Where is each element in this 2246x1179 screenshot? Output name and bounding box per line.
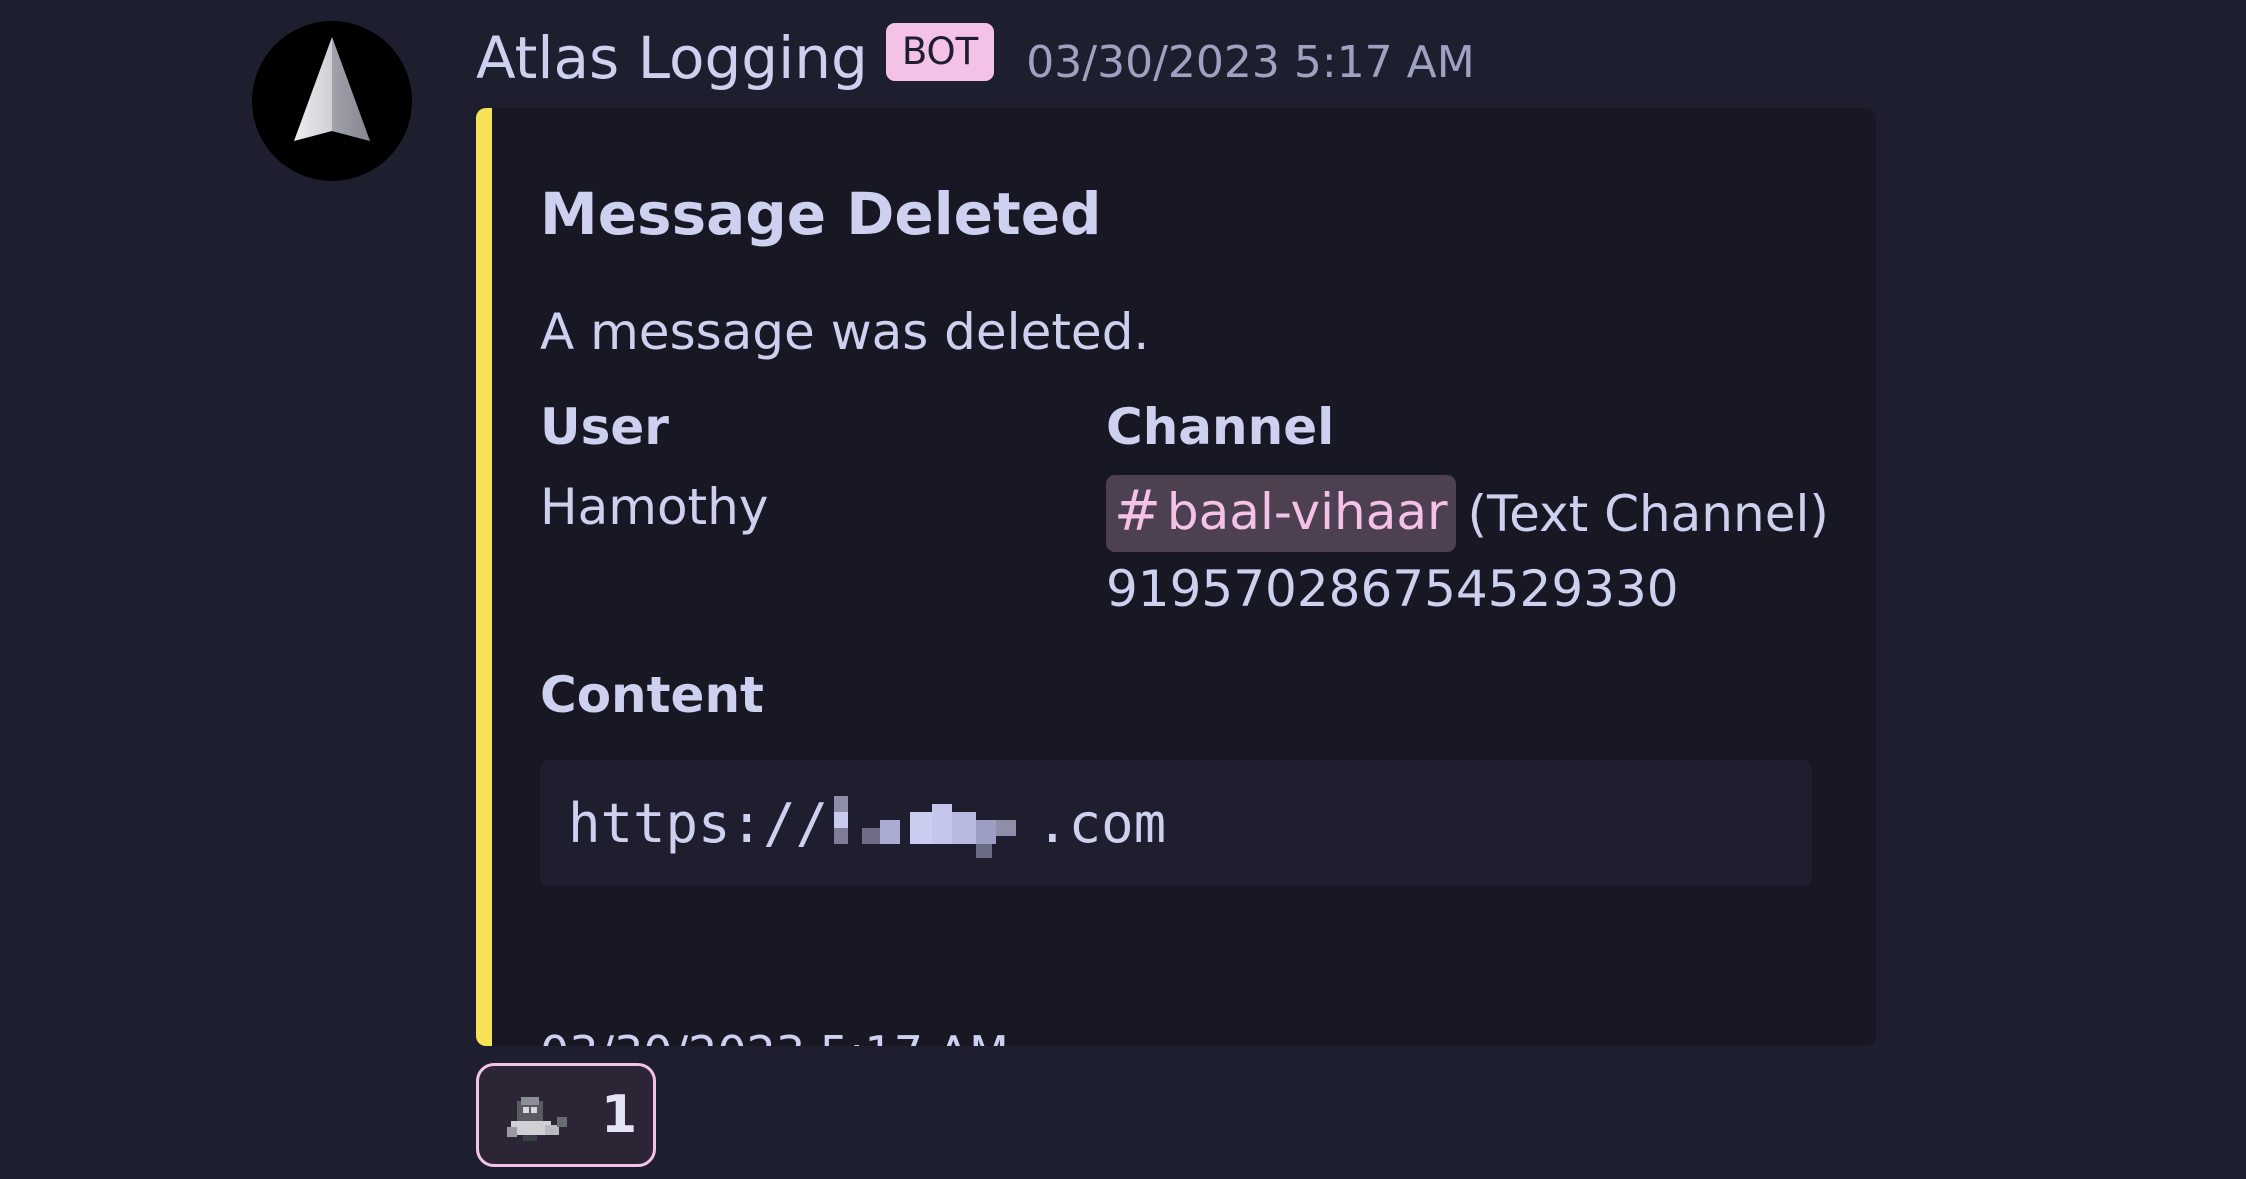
chat-message: Atlas Logging BOT 03/30/2023 5:17 AM Mes… (0, 0, 2246, 1179)
content-url[interactable]: https:// .com (568, 788, 1166, 858)
field-channel-value: # baal-vihaar (Text Channel) (1106, 475, 1829, 552)
url-suffix: .com (1036, 791, 1167, 855)
atlas-logo-icon (294, 37, 370, 141)
message-header: Atlas Logging BOT 03/30/2023 5:17 AM (476, 18, 1475, 98)
embed-accent-bar (476, 108, 492, 1046)
log-embed: Message Deleted A message was deleted. U… (476, 108, 1876, 1046)
redacted-domain (828, 788, 1036, 858)
embed-title: Message Deleted (540, 180, 1102, 248)
field-user-value: Hamothy (540, 478, 769, 536)
reaction-button[interactable]: 1 (476, 1063, 656, 1167)
url-prefix: https:// (568, 791, 829, 855)
content-code-block: https:// .com (540, 760, 1812, 886)
channel-id: 919570286754529330 (1106, 560, 1679, 618)
channel-mention-label: baal-vihaar (1166, 482, 1448, 541)
embed-description: A message was deleted. (540, 303, 1150, 361)
channel-mention[interactable]: # baal-vihaar (1106, 475, 1456, 552)
hash-icon: # (1114, 479, 1161, 544)
atlas-avatar[interactable] (252, 21, 412, 181)
field-user-name: User (540, 398, 669, 456)
reaction-count: 1 (601, 1085, 638, 1145)
custom-emoji-icon (507, 1097, 567, 1141)
bot-badge: BOT (885, 23, 995, 81)
field-content-name: Content (540, 666, 764, 724)
field-channel-name: Channel (1106, 398, 1335, 456)
message-timestamp[interactable]: 03/30/2023 5:17 AM (1026, 37, 1474, 88)
author-name[interactable]: Atlas Logging (476, 24, 868, 92)
embed-footer-timestamp: 03/30/2023 5:17 AM (540, 1026, 1009, 1046)
channel-type: (Text Channel) (1467, 484, 1829, 543)
